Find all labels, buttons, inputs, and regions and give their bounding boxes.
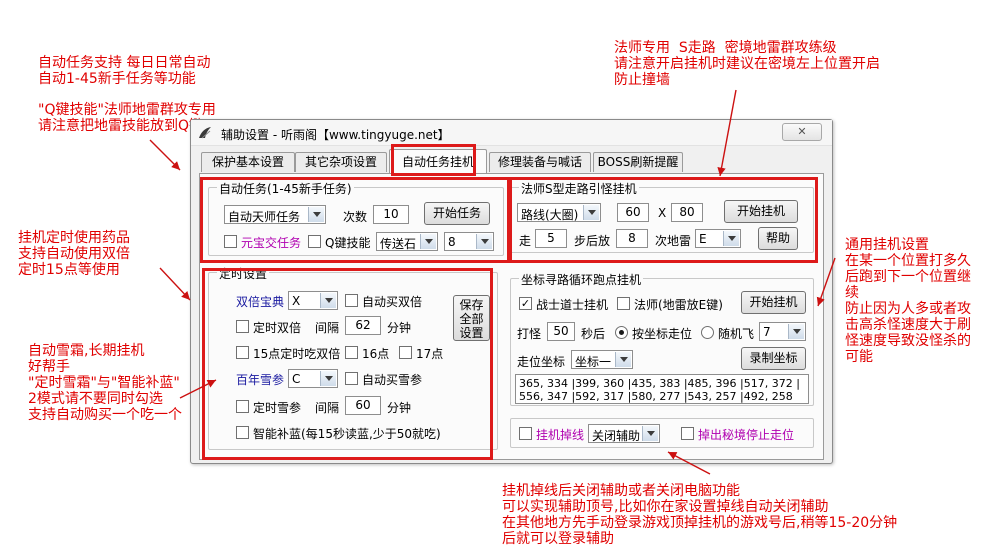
bottom-options: 挂机掉线 关闭辅助 掉出秘境停止走位	[510, 418, 814, 448]
annotation-snow-ginseng: 自动雪霜,长期挂机 好帮手 "定时雪霜"与"智能补蓝" 2模式请不要同时勾选 支…	[28, 343, 182, 423]
chevron-down-icon	[615, 352, 631, 367]
settings-window: 辅助设置 - 听雨阁【www.tingyuge.net】 ✕ 保护基本设置 其它…	[190, 119, 833, 464]
mage-hang-checkbox[interactable]	[617, 297, 630, 310]
annotation-timer-potion: 挂机定时使用药品 支持自动使用双倍 定时15点等使用	[18, 230, 130, 278]
coord-set-select[interactable]: 坐标一	[571, 350, 633, 369]
secret-stop-checkbox[interactable]	[681, 427, 694, 440]
fight-label: 打怪	[517, 327, 542, 341]
arrow-timer	[159, 267, 191, 301]
drop-action-select[interactable]: 关闭辅助	[588, 424, 660, 443]
chevron-down-icon	[788, 324, 804, 339]
chevron-down-icon	[642, 426, 658, 441]
highlight-timer	[202, 268, 493, 460]
warrior-label: 战士道士挂机	[536, 298, 609, 312]
walk-coord-label: 走位坐标	[517, 355, 566, 369]
seconds-label: 秒后	[581, 327, 606, 341]
fight-seconds-input[interactable]: 50	[547, 322, 575, 341]
coord-hang-group-title: 坐标寻路循环跑点挂机	[519, 271, 644, 288]
title-bar[interactable]: 辅助设置 - 听雨阁【www.tingyuge.net】 ✕	[191, 120, 832, 146]
coord-start-button[interactable]: 开始挂机	[741, 291, 806, 314]
by-coord-radio[interactable]	[615, 326, 628, 339]
fly-key-select[interactable]: 7	[759, 322, 806, 341]
window-title: 辅助设置 - 听雨阁【www.tingyuge.net】	[221, 128, 450, 142]
by-coord-label: 按坐标走位	[632, 327, 693, 341]
close-button[interactable]: ✕	[782, 123, 822, 141]
tab-panel: 自动任务(1-45新手任务) 自动天师任务 次数 10 开始任务 元宝交任务 Q…	[199, 173, 824, 460]
warrior-checkbox[interactable]: ✓	[519, 297, 532, 310]
highlight-active-tab	[391, 144, 476, 176]
close-icon: ✕	[797, 125, 807, 138]
drop-checkbox[interactable]	[519, 427, 532, 440]
annotation-disconnect: 挂机掉线后关闭辅助或者关闭电脑功能 可以实现辅助顶号,比如你在家设置掉线自动关闭…	[502, 483, 898, 547]
drop-label: 挂机掉线	[536, 428, 585, 442]
coord-hang-group: 坐标寻路循环跑点挂机 ✓ 战士道士挂机 法师(地雷放E键) 开始挂机 打怪 50…	[510, 271, 814, 406]
secret-stop-label: 掉出秘境停止走位	[698, 428, 795, 442]
tab-boss[interactable]: BOSS刷新提醒	[593, 152, 683, 172]
tab-repair[interactable]: 修理装备与喊话	[489, 152, 591, 172]
arrow-auto-task	[149, 139, 181, 171]
highlight-mage	[507, 177, 818, 263]
annotation-auto-task: 自动任务支持 每日日常自动 自动1-45新手任务等功能	[38, 55, 211, 87]
random-fly-label: 随机飞	[718, 327, 755, 341]
mage-hang-label: 法师(地雷放E键)	[634, 298, 723, 312]
record-coord-button[interactable]: 录制坐标	[741, 347, 806, 370]
annotation-mage-s-route: 法师专用 S走路 密境地雷群攻练级 请注意开启挂机时建议在密境左上位置开启 防止…	[614, 40, 880, 88]
tab-protection[interactable]: 保护基本设置	[201, 152, 295, 172]
random-fly-radio[interactable]	[701, 326, 714, 339]
coord-list[interactable]: 365, 334 |399, 360 |435, 383 |485, 396 |…	[515, 374, 809, 404]
app-icon	[199, 127, 211, 139]
highlight-auto-task	[200, 177, 512, 263]
annotation-general-hang: 通用挂机设置 在某一个位置打多久 后跑到下一个位置继 续 防止因为人多或者攻 击…	[845, 237, 971, 365]
tab-misc[interactable]: 其它杂项设置	[295, 152, 387, 172]
